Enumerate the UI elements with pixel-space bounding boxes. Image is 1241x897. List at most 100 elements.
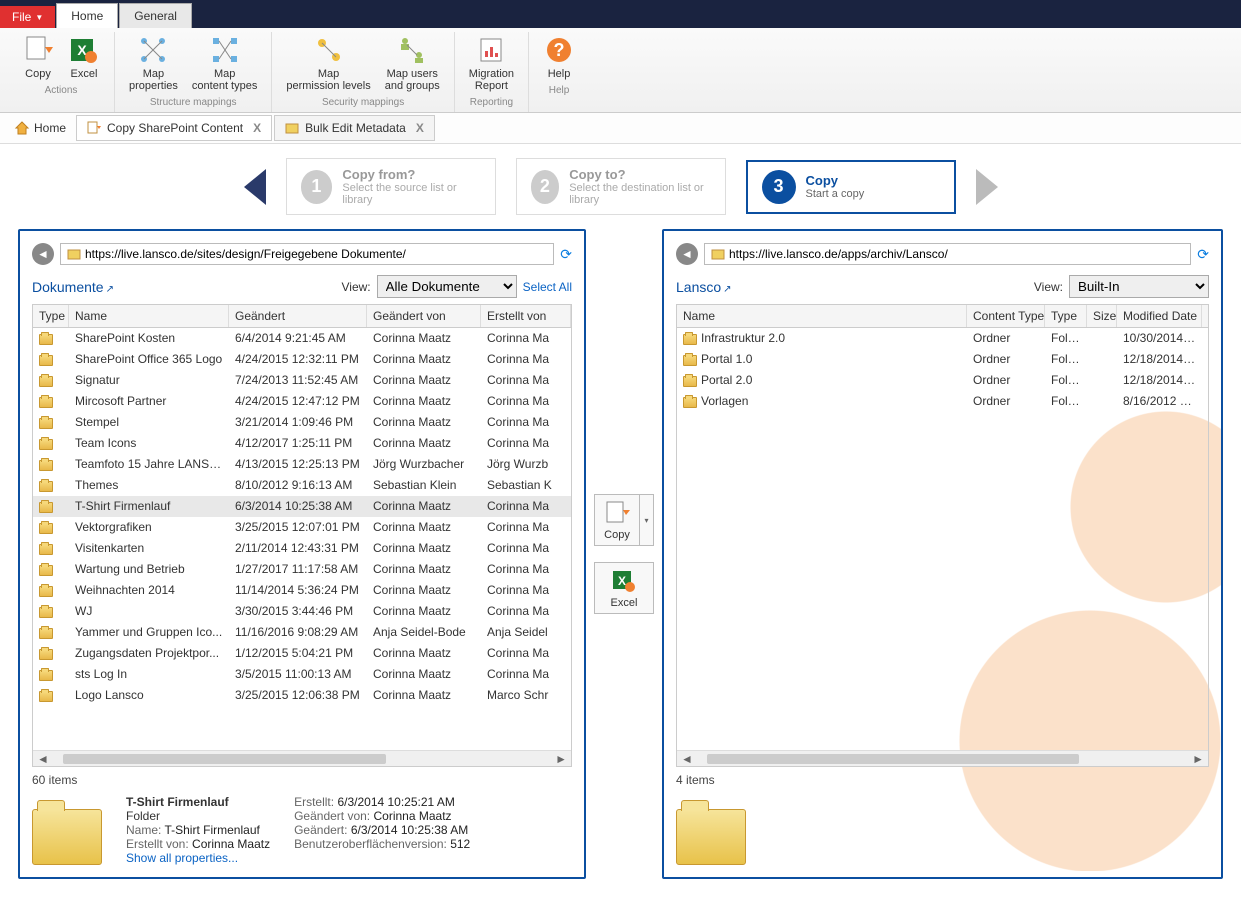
step-title: Copy to? (569, 167, 710, 182)
col-content-type[interactable]: Content Type (967, 305, 1045, 327)
col-modified-date[interactable]: Modified Date (1117, 305, 1202, 327)
close-tab-icon[interactable]: X (253, 121, 261, 135)
folder-icon (39, 439, 53, 450)
folder-large-icon (32, 795, 112, 865)
folder-large-icon (676, 795, 756, 865)
library-link[interactable]: Dokumente (32, 279, 114, 295)
table-row[interactable]: Yammer und Gruppen Ico... 11/16/2016 9:0… (33, 622, 571, 643)
site-icon (67, 247, 81, 261)
copy-tab-icon (87, 121, 101, 135)
ribbon-excel-button[interactable]: X Excel (64, 32, 104, 82)
table-row[interactable]: Infrastruktur 2.0 Ordner Fold... 10/30/2… (677, 328, 1208, 349)
home-link[interactable]: Home (6, 116, 74, 140)
step-sub: Start a copy (806, 188, 865, 200)
document-tabs: Home Copy SharePoint Content X Bulk Edit… (0, 113, 1241, 144)
folder-icon (39, 628, 53, 639)
wizard-prev-button[interactable] (244, 169, 266, 205)
tab-copy-sharepoint[interactable]: Copy SharePoint Content X (76, 115, 272, 141)
folder-icon (39, 502, 53, 513)
back-button[interactable]: ◄ (676, 243, 698, 265)
ribbon-migration-report-button[interactable]: Migration Report (465, 32, 518, 94)
copy-dropdown-button[interactable]: ▾ (640, 494, 654, 546)
library-link[interactable]: Lansco (676, 279, 732, 295)
center-copy-button[interactable]: Copy (594, 494, 640, 546)
wizard-step-1[interactable]: 1 Copy from?Select the source list or li… (286, 158, 496, 215)
step-title: Copy (806, 173, 865, 188)
close-tab-icon[interactable]: X (416, 121, 424, 135)
ribbon-group-actions: Actions (45, 82, 78, 100)
detail-title: T-Shirt Firmenlauf (126, 795, 229, 809)
grid-body[interactable]: SharePoint Kosten 6/4/2014 9:21:45 AM Co… (33, 328, 571, 750)
table-row[interactable]: Vorlagen Ordner Fold... 8/16/2012 8:4 (677, 391, 1208, 412)
grid-body[interactable]: Infrastruktur 2.0 Ordner Fold... 10/30/2… (677, 328, 1208, 750)
horizontal-scrollbar[interactable]: ◄► (33, 750, 571, 766)
url-input[interactable] (729, 247, 1184, 261)
view-label: View: (1034, 280, 1063, 294)
col-name[interactable]: Name (677, 305, 967, 327)
help-icon: ? (543, 34, 575, 66)
table-row[interactable]: Mircosoft Partner 4/24/2015 12:47:12 PM … (33, 391, 571, 412)
ribbon-help-button[interactable]: ? Help (539, 32, 579, 82)
col-modified-by[interactable]: Geändert von (367, 305, 481, 327)
col-type[interactable]: Type (33, 305, 69, 327)
tab-home[interactable]: Home (56, 3, 118, 28)
select-all-link[interactable]: Select All (523, 280, 572, 294)
col-name[interactable]: Name (69, 305, 229, 327)
tab-general[interactable]: General (119, 3, 192, 28)
folder-icon (683, 376, 697, 387)
view-dropdown[interactable]: Alle Dokumente (377, 275, 517, 298)
tab-bulk-edit[interactable]: Bulk Edit Metadata X (274, 115, 435, 141)
refresh-button[interactable]: ⟳ (560, 246, 572, 263)
table-row[interactable]: WJ 3/30/2015 3:44:46 PM Corinna Maatz Co… (33, 601, 571, 622)
folder-icon (39, 376, 53, 387)
back-button[interactable]: ◄ (32, 243, 54, 265)
table-row[interactable]: Vektorgrafiken 3/25/2015 12:07:01 PM Cor… (33, 517, 571, 538)
col-type[interactable]: Type (1045, 305, 1087, 327)
map-content-types-icon (209, 34, 241, 66)
col-size[interactable]: Size (1087, 305, 1117, 327)
table-row[interactable]: Team Icons 4/12/2017 1:25:11 PM Corinna … (33, 433, 571, 454)
url-input[interactable] (85, 247, 547, 261)
table-row[interactable]: Teamfoto 15 Jahre LANSCO 4/13/2015 12:25… (33, 454, 571, 475)
view-dropdown[interactable]: Built-In (1069, 275, 1209, 298)
svg-text:X: X (618, 574, 626, 588)
table-row[interactable]: Signatur 7/24/2013 11:52:45 AM Corinna M… (33, 370, 571, 391)
table-row[interactable]: T-Shirt Firmenlauf 6/3/2014 10:25:38 AM … (33, 496, 571, 517)
table-row[interactable]: Stempel 3/21/2014 1:09:46 PM Corinna Maa… (33, 412, 571, 433)
table-row[interactable]: Visitenkarten 2/11/2014 12:43:31 PM Cori… (33, 538, 571, 559)
table-row[interactable]: SharePoint Kosten 6/4/2014 9:21:45 AM Co… (33, 328, 571, 349)
show-all-properties-link[interactable]: Show all properties... (126, 851, 270, 865)
col-created-by[interactable]: Erstellt von (481, 305, 571, 327)
table-row[interactable]: Themes 8/10/2012 9:16:13 AM Sebastian Kl… (33, 475, 571, 496)
file-menu-button[interactable]: File (0, 6, 55, 28)
center-excel-button[interactable]: X Excel (594, 562, 654, 614)
table-row[interactable]: SharePoint Office 365 Logo 4/24/2015 12:… (33, 349, 571, 370)
col-modified[interactable]: Geändert (229, 305, 367, 327)
table-row[interactable]: Weihnachten 2014 11/14/2014 5:36:24 PM C… (33, 580, 571, 601)
ribbon-map-users-button[interactable]: Map users and groups (381, 32, 444, 94)
ribbon-copy-button[interactable]: Copy (18, 32, 58, 82)
ribbon-map-properties-button[interactable]: Map properties (125, 32, 182, 94)
wizard-step-2[interactable]: 2 Copy to?Select the destination list or… (516, 158, 726, 215)
ribbon-group-structure: Structure mappings (150, 94, 237, 112)
folder-icon (39, 334, 53, 345)
table-row[interactable]: Logo Lansco 3/25/2015 12:06:38 PM Corinn… (33, 685, 571, 706)
ribbon-map-permission-levels-button[interactable]: Map permission levels (282, 32, 374, 94)
refresh-button[interactable]: ⟳ (1197, 246, 1209, 263)
home-icon (14, 120, 30, 136)
table-row[interactable]: Zugangsdaten Projektpor... 1/12/2015 5:0… (33, 643, 571, 664)
site-icon (711, 247, 725, 261)
item-details: T-Shirt Firmenlauf Folder Name: T-Shirt … (32, 795, 572, 865)
table-row[interactable]: Wartung und Betrieb 1/27/2017 11:17:58 A… (33, 559, 571, 580)
folder-icon (39, 565, 53, 576)
wizard-step-3[interactable]: 3 CopyStart a copy (746, 160, 956, 214)
horizontal-scrollbar[interactable]: ◄► (677, 750, 1208, 766)
url-field[interactable] (60, 243, 554, 265)
ribbon-map-content-types-button[interactable]: Map content types (188, 32, 261, 94)
url-field[interactable] (704, 243, 1191, 265)
table-row[interactable]: Portal 1.0 Ordner Fold... 12/18/2014 5: (677, 349, 1208, 370)
folder-icon (39, 544, 53, 555)
table-row[interactable]: Portal 2.0 Ordner Fold... 12/18/2014 5: (677, 370, 1208, 391)
table-row[interactable]: sts Log In 3/5/2015 11:00:13 AM Corinna … (33, 664, 571, 685)
wizard-next-button[interactable] (976, 169, 998, 205)
